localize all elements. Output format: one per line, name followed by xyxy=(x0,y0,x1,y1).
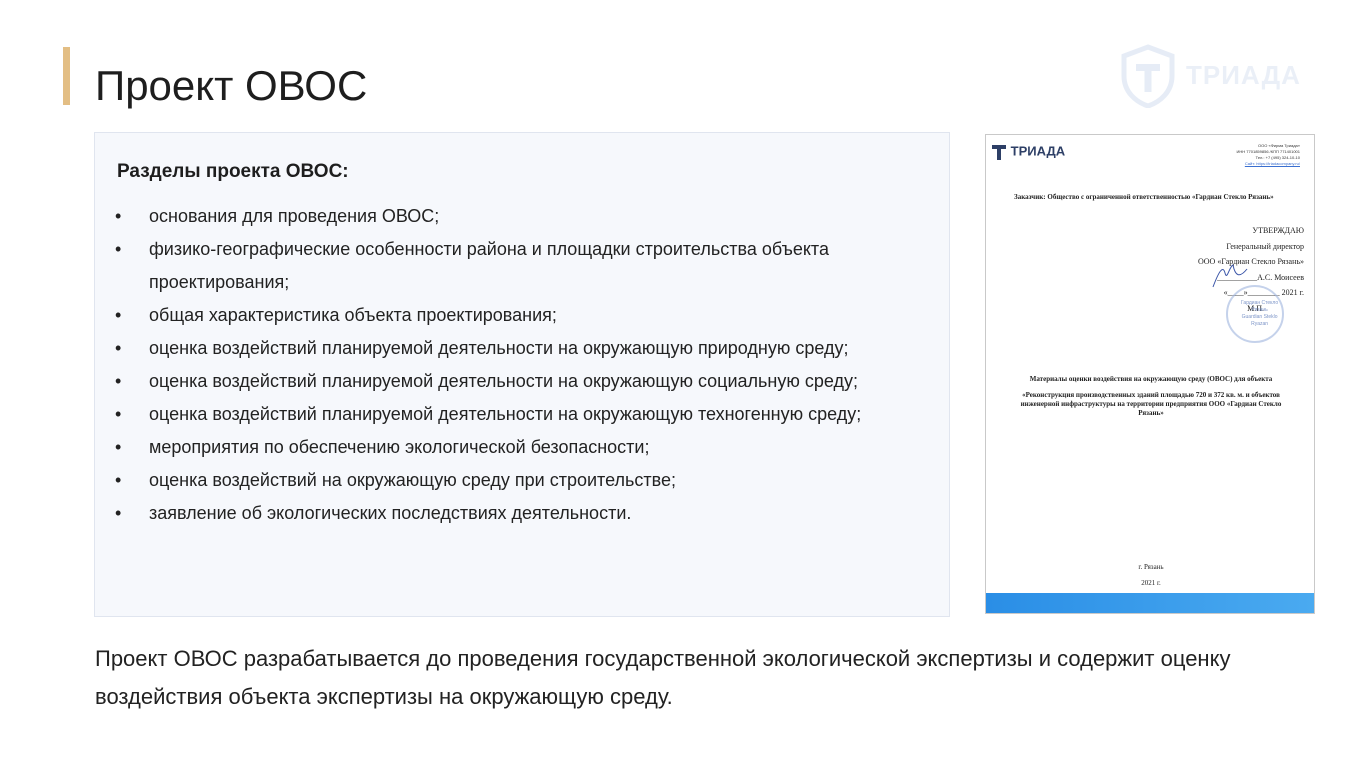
stamp-line: Ryazan xyxy=(1251,321,1269,327)
list-item: оценка воздействий на окружающую среду п… xyxy=(115,464,955,497)
sections-list: основания для проведения ОВОС; физико-ге… xyxy=(115,200,955,530)
materials-title: Материалы оценки воздействия на окружающ… xyxy=(1029,375,1273,383)
list-item: основания для проведения ОВОС; xyxy=(115,200,955,233)
watermark-text: ТРИАДА xyxy=(1186,60,1301,90)
list-item: мероприятия по обеспечению экологической… xyxy=(115,431,955,464)
contact-line: Сайт: https://triadacompany.ru/ xyxy=(1244,161,1300,166)
summary-text: Проект ОВОС разрабатывается до проведени… xyxy=(95,646,1231,709)
materials-object: «Реконструкция производственных зданий п… xyxy=(1020,391,1282,417)
sections-heading: Разделы проекта ОВОС: xyxy=(117,161,349,182)
document-contacts: ООО «Фирма Триада» ИНН 7701859856 /КПП 7… xyxy=(1237,143,1300,167)
document-city: г. Рязань xyxy=(1138,563,1164,571)
document-customer: Заказчик: Общество с ограниченной ответс… xyxy=(1014,193,1274,201)
stamp-text: Гардиан Стекло Рязань Guardian Steklo Ry… xyxy=(1241,300,1278,328)
document-logo-text: ТРИАДА xyxy=(1010,143,1066,159)
document-footer-band xyxy=(986,593,1314,613)
list-item: оценка воздействий планируемой деятельно… xyxy=(115,398,909,431)
list-item: физико-географические особенности района… xyxy=(115,233,929,299)
company-watermark: ТРИАДА xyxy=(1120,44,1310,109)
approve-line: Генеральный директор xyxy=(1226,241,1304,251)
document-year: 2021 г. xyxy=(1141,579,1161,587)
list-item: оценка воздействий планируемой деятельно… xyxy=(115,332,955,365)
list-item: оценка воздействий планируемой деятельно… xyxy=(115,365,909,398)
title-accent-bar xyxy=(63,47,70,105)
list-item: общая характеристика объекта проектирова… xyxy=(115,299,955,332)
shield-t-logo-icon xyxy=(1121,44,1175,109)
approve-line: УТВЕРЖДАЮ xyxy=(1252,226,1304,235)
approve-line: __________А.С. Моисеев xyxy=(1217,272,1304,282)
document-preview: ТРИАДА ООО «Фирма Триада» ИНН 7701859856… xyxy=(985,134,1315,614)
page-title: Проект ОВОС xyxy=(95,62,368,109)
list-item: заявление об экологических последствиях … xyxy=(115,497,955,530)
stamp-line: Гардиан Стекло xyxy=(1241,300,1279,306)
stamp-line: Guardian Steklo xyxy=(1241,314,1278,320)
sections-panel: Разделы проекта ОВОС: основания для пров… xyxy=(94,132,950,617)
t-logo-icon xyxy=(992,145,1006,160)
approve-line: ООО «Гардиан Стекло Рязань» xyxy=(1197,257,1304,266)
document-logo: ТРИАДА xyxy=(991,143,1065,161)
stamp-line: Рязань xyxy=(1251,307,1268,313)
document-city-year: г. Рязань 2021 г. xyxy=(986,559,1314,591)
